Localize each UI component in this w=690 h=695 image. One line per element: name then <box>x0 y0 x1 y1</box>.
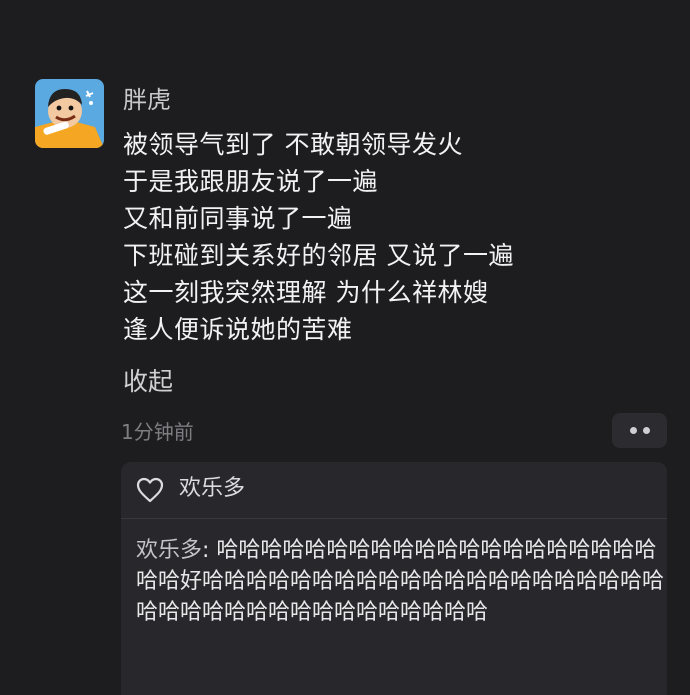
avatar-image <box>35 79 104 148</box>
heart-icon[interactable] <box>136 477 164 503</box>
post-timestamp: 1分钟前 <box>121 420 194 444</box>
more-dots-icon <box>642 427 650 434</box>
post-author-name[interactable]: 胖虎 <box>123 84 171 116</box>
post-line: 于是我跟朋友说了一遍 <box>123 167 379 196</box>
post-line: 下班碰到关系好的邻居 又说了一遍 <box>123 241 514 270</box>
post-body: 被领导气到了 不敢朝领导发火 于是我跟朋友说了一遍 又和前同事说了一遍 下班碰到… <box>123 126 514 348</box>
post-line: 这一刻我突然理解 为什么祥林嫂 <box>123 278 489 307</box>
post-line: 被领导气到了 不敢朝领导发火 <box>123 130 463 159</box>
more-actions-button[interactable] <box>612 413 667 448</box>
post-line: 又和前同事说了一遍 <box>123 204 353 233</box>
interaction-panel: 欢乐多 欢乐多: 哈哈哈哈哈哈哈哈哈哈哈哈哈哈哈哈哈哈哈哈哈哈好哈哈哈哈哈哈哈哈… <box>121 462 667 695</box>
comment-text: 哈哈哈哈哈哈哈哈哈哈哈哈哈哈哈哈哈哈哈哈哈哈好哈哈哈哈哈哈哈哈哈哈哈哈哈哈哈哈哈… <box>136 538 665 625</box>
collapse-link[interactable]: 收起 <box>123 363 173 400</box>
more-dots-icon <box>629 427 637 434</box>
likes-row: 欢乐多 <box>121 462 667 519</box>
liker-name[interactable]: 欢乐多 <box>179 474 245 504</box>
post-line: 逢人便诉说她的苦难 <box>123 315 353 344</box>
avatar[interactable] <box>35 79 104 148</box>
comment-separator: : <box>202 538 217 563</box>
comment-author[interactable]: 欢乐多 <box>136 538 202 563</box>
comment-item[interactable]: 欢乐多: 哈哈哈哈哈哈哈哈哈哈哈哈哈哈哈哈哈哈哈哈哈哈好哈哈哈哈哈哈哈哈哈哈哈哈… <box>136 535 666 628</box>
